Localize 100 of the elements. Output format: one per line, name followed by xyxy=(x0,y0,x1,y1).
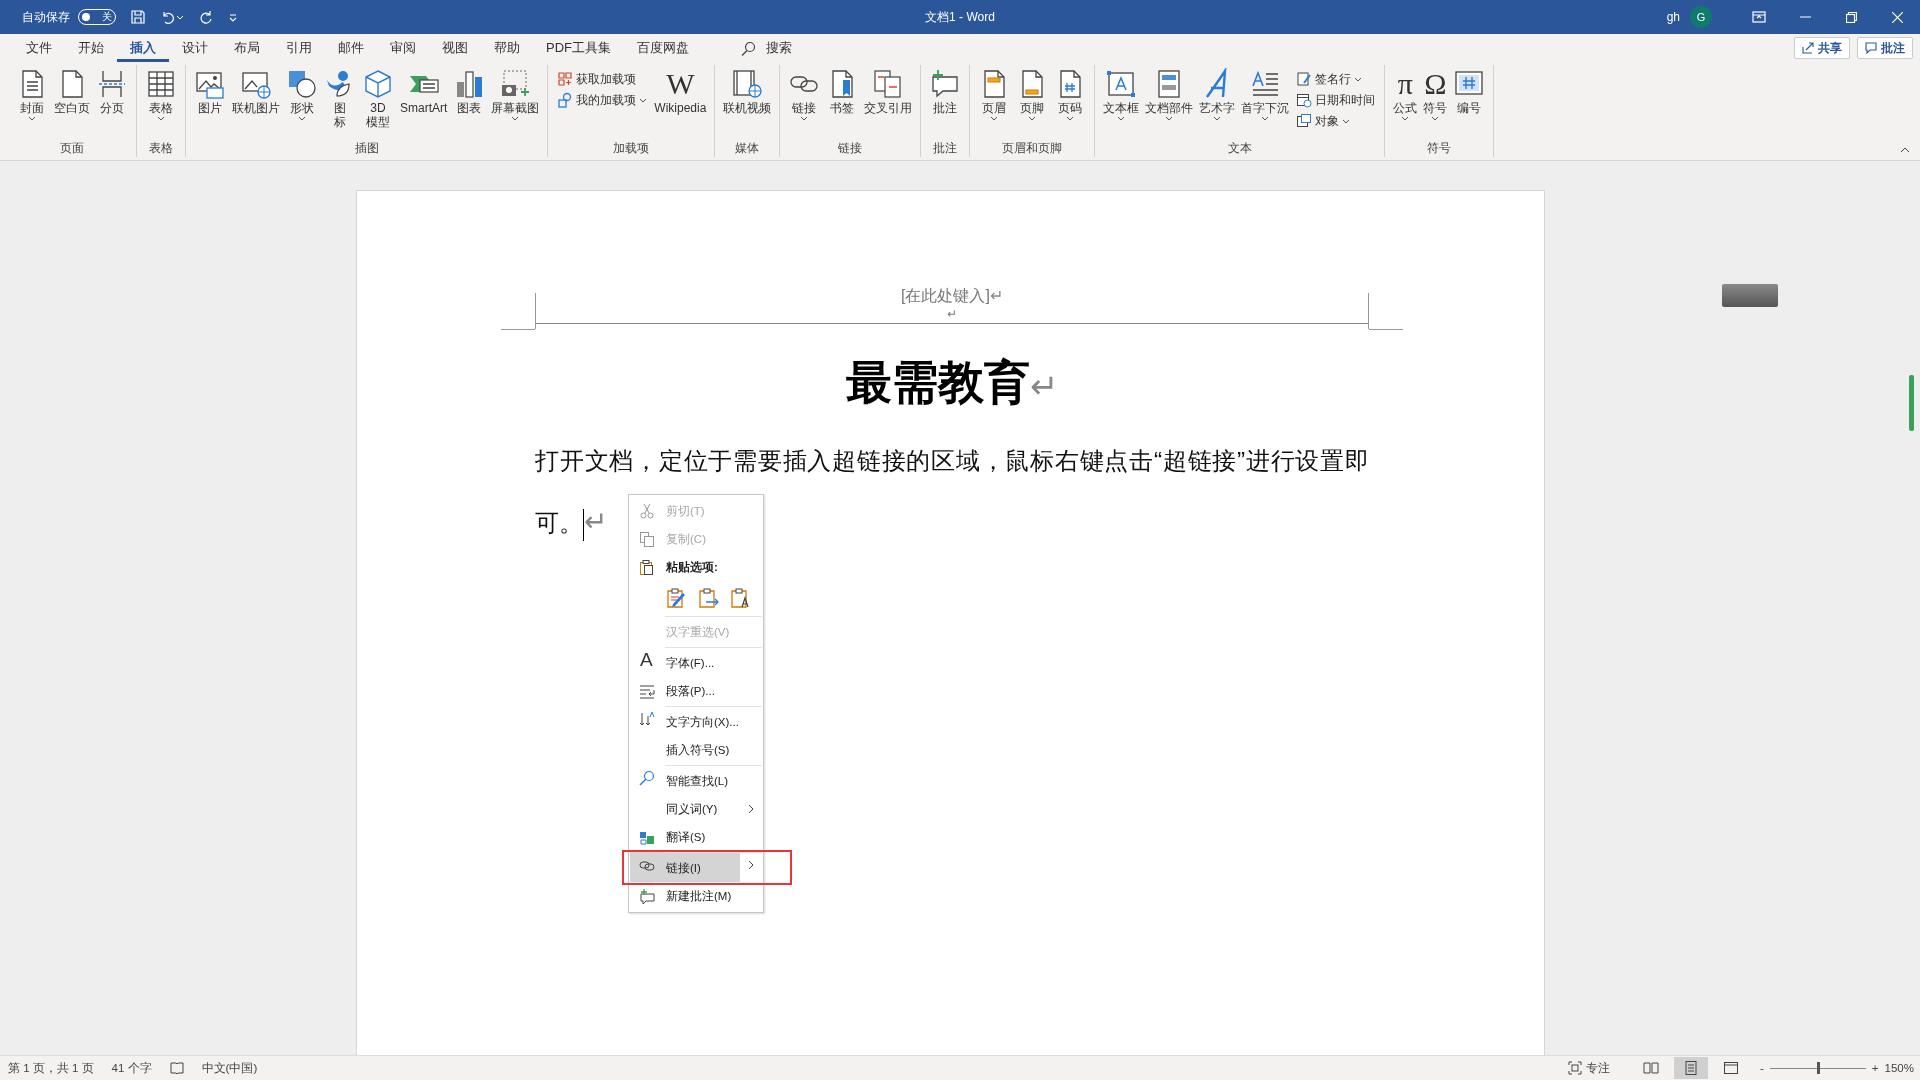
menu-item[interactable]: 粘贴选项: xyxy=(630,553,762,581)
menu-tab[interactable]: 布局 xyxy=(221,34,273,62)
menu-item[interactable]: 智能查找(L) xyxy=(630,764,762,795)
zoom-slider-thumb[interactable] xyxy=(1816,1062,1820,1074)
window-title: 文档1 - Word xyxy=(925,8,995,26)
ribbon-button[interactable]: 日期和时间 xyxy=(1296,92,1376,108)
menu-tab[interactable]: 百度网盘 xyxy=(624,34,702,62)
menu-tab[interactable]: 视图 xyxy=(429,34,481,62)
user-avatar[interactable]: G xyxy=(1690,6,1712,28)
caret-icon xyxy=(1342,118,1351,124)
page-break-icon xyxy=(96,68,128,100)
ribbon-button[interactable]: 页脚 xyxy=(1013,67,1052,122)
menu-tab[interactable]: 审阅 xyxy=(377,34,429,62)
ribbon-button[interactable]: 表格 xyxy=(142,67,180,122)
ribbon-button[interactable]: 编号 xyxy=(1450,67,1489,116)
group-label: 表格 xyxy=(148,141,174,156)
document-heading: 最需教育↵ xyxy=(845,355,1059,410)
undo-button[interactable] xyxy=(160,9,184,25)
zoom-out-button[interactable]: - xyxy=(1760,1062,1764,1074)
menu-item[interactable]: A 字体(F)... xyxy=(630,646,762,677)
caret-icon xyxy=(1117,116,1126,121)
menu-tab[interactable]: 开始 xyxy=(65,34,117,62)
paragraph-icon xyxy=(639,683,655,699)
save-icon xyxy=(130,9,146,25)
menu-tab[interactable]: 设计 xyxy=(169,34,221,62)
ribbon-button[interactable]: 联机图片 xyxy=(229,67,283,116)
ribbon-button[interactable]: 联机视频 xyxy=(720,67,775,116)
ribbon-button[interactable]: 批注 xyxy=(926,67,965,116)
search-button[interactable]: 搜索 xyxy=(728,34,805,62)
ribbon-button[interactable]: 页码 xyxy=(1051,67,1090,122)
text-box-icon xyxy=(1105,68,1138,100)
ribbon-button[interactable]: SmartArt xyxy=(397,67,451,116)
menu-tab[interactable]: PDF工具集 xyxy=(533,34,624,62)
proofing-button[interactable] xyxy=(169,1062,184,1074)
table-icon xyxy=(145,68,177,100)
menu-item[interactable]: 插入符号(S) xyxy=(630,736,762,764)
paste-option-button[interactable] xyxy=(697,587,719,609)
menu-tab[interactable]: 引用 xyxy=(273,34,325,62)
ribbon-button[interactable]: Ω 符号 xyxy=(1420,67,1451,122)
object-icon xyxy=(1296,113,1313,129)
ribbon-button[interactable]: 我的加载项 xyxy=(557,92,648,108)
save-button[interactable] xyxy=(130,9,146,25)
ribbon-button[interactable]: 链接 xyxy=(785,67,824,122)
ribbon-button[interactable]: 图标 xyxy=(321,67,359,130)
ribbon-button[interactable]: 文本框 xyxy=(1100,67,1143,122)
group-label: 符号 xyxy=(1426,141,1453,156)
zoom-in-button[interactable]: + xyxy=(1871,1062,1879,1074)
ribbon-button[interactable]: 签名行 xyxy=(1296,71,1376,87)
ribbon-button[interactable]: 获取加载项 xyxy=(557,71,648,87)
ribbon-button[interactable]: 首字下沉 xyxy=(1238,67,1293,122)
menu-item[interactable]: 新建批注(M) xyxy=(630,882,762,910)
ribbon-button[interactable]: 图片 xyxy=(191,67,229,116)
web-layout-icon xyxy=(1723,1060,1739,1076)
letter-icon: A xyxy=(640,649,653,671)
ribbon-button[interactable]: 3D模型 xyxy=(359,67,397,130)
group-label: 批注 xyxy=(932,141,959,156)
customize-toolbar-button[interactable] xyxy=(228,12,238,22)
ribbon-button[interactable]: 形状 xyxy=(283,67,321,122)
clipboard-arrow-icon xyxy=(697,587,719,609)
ribbon-button[interactable]: 文档部件 xyxy=(1142,67,1197,122)
menu-item[interactable]: 文字方向(X)... xyxy=(630,705,762,736)
paste-option-button[interactable] xyxy=(729,587,751,609)
view-button[interactable] xyxy=(1674,1057,1708,1079)
page-count[interactable]: 第 1 页，共 1 页 xyxy=(8,1060,94,1076)
ribbon-button[interactable]: π 公式 xyxy=(1390,67,1421,122)
focus-button[interactable]: 专注 xyxy=(1568,1060,1610,1076)
paste-option-button[interactable] xyxy=(665,587,687,609)
ribbon-button[interactable]: 艺术字 xyxy=(1196,67,1239,122)
ribbon-button[interactable]: 图表 xyxy=(450,67,489,116)
word-count[interactable]: 41 个字 xyxy=(111,1060,152,1076)
ribbon-button[interactable]: 对象 xyxy=(1296,113,1376,129)
menu-item[interactable]: 段落(P)... xyxy=(630,677,762,705)
ribbon-button[interactable]: 封面 xyxy=(13,67,51,122)
caret-icon xyxy=(1028,116,1037,121)
customize-icon xyxy=(228,12,238,22)
ribbon-button[interactable]: W Wikipedia xyxy=(651,67,710,116)
paragraph-mark: ↵ xyxy=(946,307,958,321)
redo-button[interactable] xyxy=(198,9,214,25)
menu-item[interactable]: 链接(I) xyxy=(630,851,762,882)
scrollbar-thumb[interactable] xyxy=(1909,375,1914,431)
menu-item[interactable]: 同义词(Y) xyxy=(630,795,762,823)
ribbon-button[interactable]: 空白页 xyxy=(51,67,93,116)
zoom-level[interactable]: 150% xyxy=(1884,1062,1914,1074)
ribbon-button[interactable]: 屏幕截图 xyxy=(488,67,543,122)
ribbon-button[interactable]: 书签 xyxy=(823,67,862,116)
calendar-clock-icon xyxy=(1296,92,1313,108)
ribbon-button[interactable]: 页眉 xyxy=(975,67,1014,122)
ribbon-button[interactable]: 交叉引用 xyxy=(861,67,916,116)
menu-tab[interactable]: 帮助 xyxy=(481,34,533,62)
menu-item[interactable]: 翻译(S) xyxy=(630,823,762,851)
redo-icon xyxy=(198,9,214,25)
ribbon-button[interactable]: 分页 xyxy=(93,67,131,116)
menu-tab[interactable]: 文件 xyxy=(13,34,65,62)
header-placeholder[interactable]: [在此处键入]↵ xyxy=(535,285,1369,307)
share-button[interactable]: 共享 xyxy=(1794,37,1850,59)
comments-button[interactable]: 批注 xyxy=(1857,37,1913,59)
group-label: 文本 xyxy=(1226,141,1253,156)
copy-icon xyxy=(639,531,655,547)
language-label[interactable]: 中文(中国) xyxy=(201,1060,258,1076)
menu-tab[interactable]: 邮件 xyxy=(325,34,377,62)
